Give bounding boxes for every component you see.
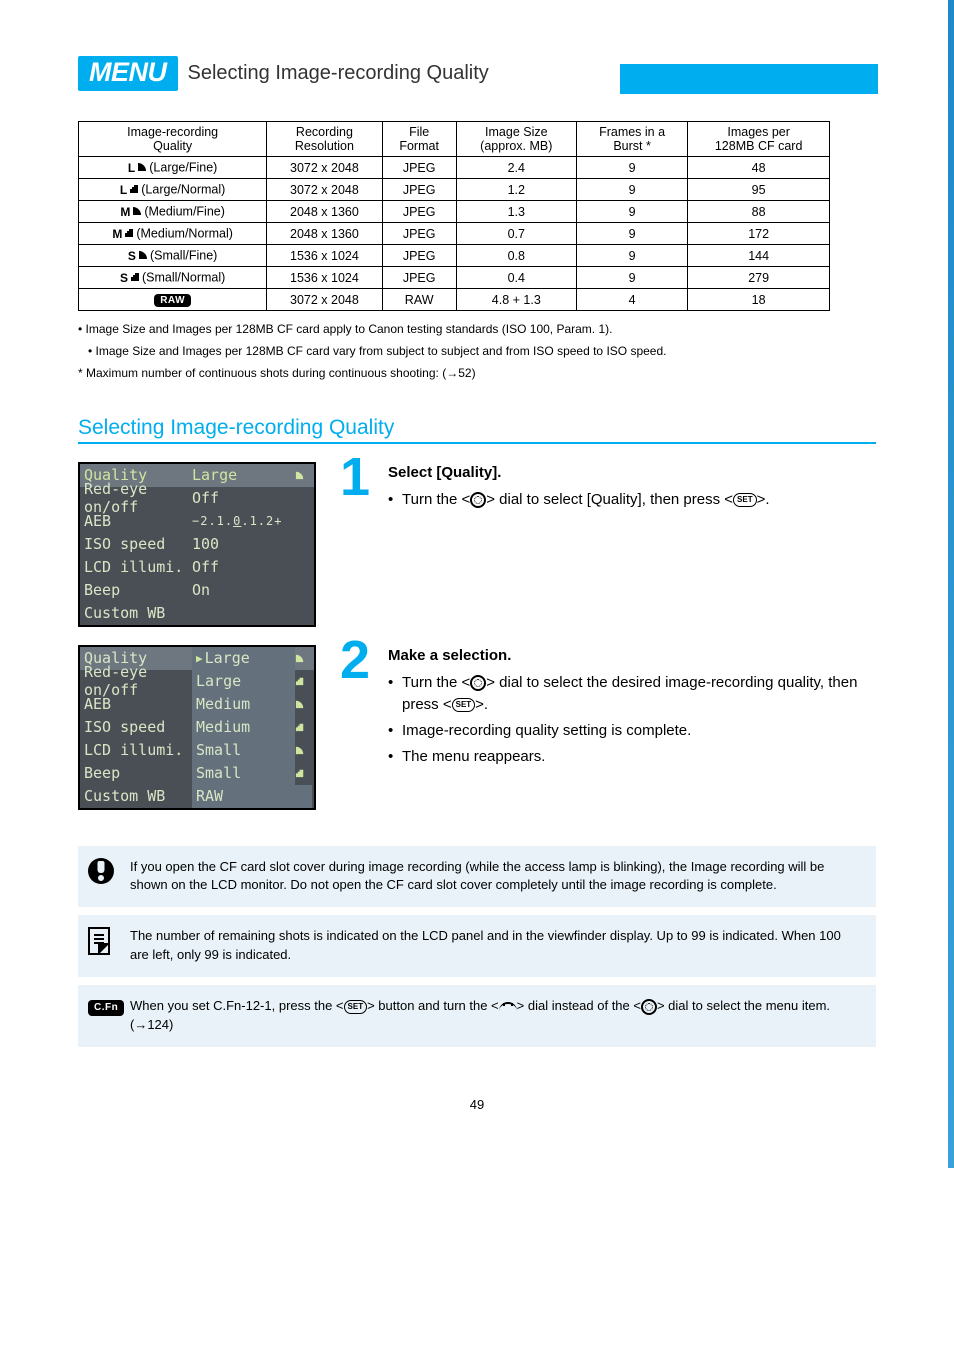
step2-instruction-3: The menu reappears. [388, 746, 876, 768]
lcd-row: Custom WB [80, 602, 314, 625]
step2-title: Make a selection. [388, 645, 876, 667]
menu-badge: MENU [78, 56, 178, 91]
set-button-icon: SET [733, 493, 757, 507]
lcd-screenshot-2: Quality▶LargeRed-eye on/offLargeAEBMediu… [78, 645, 316, 810]
lcd-row: ISO speedMedium [80, 716, 314, 739]
quick-dial-icon [470, 675, 486, 691]
table-row: L(Large/Normal)3072 x 2048JPEG1.2995 [79, 179, 830, 201]
table-footnote-3: * Maximum number of continuous shots dur… [78, 365, 876, 381]
th-format: FileFormat [382, 122, 456, 157]
lcd-row: Red-eye on/offLarge [80, 670, 314, 693]
section-heading: Selecting Image-recording Quality [78, 416, 876, 444]
table-row: S(Small/Normal)1536 x 1024JPEG0.49279 [79, 267, 830, 289]
table-row: L(Large/Fine)3072 x 2048JPEG2.4948 [79, 157, 830, 179]
lcd-row: LCD illumi.Off [80, 556, 314, 579]
info-note: The number of remaining shots is indicat… [78, 915, 876, 977]
table-row: M(Medium/Fine)2048 x 1360JPEG1.3988 [79, 201, 830, 223]
step2-instruction-2: Image-recording quality setting is compl… [388, 720, 876, 742]
th-shots: Images per128MB CF card [688, 122, 830, 157]
lcd-row: BeepOn [80, 579, 314, 602]
document-icon [88, 927, 118, 957]
set-button-icon: SET [344, 1000, 368, 1014]
table-row: RAW3072 x 2048RAW4.8 + 1.3418 [79, 289, 830, 311]
set-button-icon: SET [452, 698, 476, 712]
table-footnote-1: • Image Size and Images per 128MB CF car… [78, 321, 876, 337]
page-number: 49 [78, 1097, 876, 1112]
cfn-note: C.Fn When you set C.Fn-12-1, press the <… [78, 985, 876, 1047]
lcd-row: ISO speed100 [80, 533, 314, 556]
warning-icon [88, 858, 118, 888]
table-footnote-2: • Image Size and Images per 128MB CF car… [78, 343, 876, 359]
th-resolution: RecordingResolution [267, 122, 382, 157]
lcd-row: Custom WBRAW [80, 785, 314, 808]
header-accent-bar [620, 64, 878, 94]
step1-instruction: Turn the <> dial to select [Quality], th… [388, 489, 876, 511]
main-dial-icon [499, 1002, 517, 1012]
cfn-icon: C.Fn [88, 997, 118, 1027]
step-number-2: 2 [340, 639, 388, 682]
th-quality: Image-recordingQuality [79, 122, 267, 157]
lcd-row: AEB−2.1.0.1.2+ [80, 510, 314, 533]
table-row: M(Medium/Normal)2048 x 1360JPEG0.79172 [79, 223, 830, 245]
quick-dial-icon [470, 492, 486, 508]
th-burst: Frames in aBurst * [576, 122, 687, 157]
lcd-row: Red-eye on/offOff [80, 487, 314, 510]
warning-note: If you open the CF card slot cover durin… [78, 846, 876, 908]
step-number-1: 1 [340, 456, 388, 499]
lcd-row: LCD illumi.Small [80, 739, 314, 762]
th-size: Image Size(approx. MB) [456, 122, 576, 157]
step2-instruction-1: Turn the <> dial to select the desired i… [388, 672, 876, 716]
table-row: S(Small/Fine)1536 x 1024JPEG0.89144 [79, 245, 830, 267]
lcd-row: AEBMedium [80, 693, 314, 716]
quality-table: Image-recordingQuality RecordingResoluti… [78, 121, 830, 311]
step1-title: Select [Quality]. [388, 462, 876, 484]
lcd-row: BeepSmall [80, 762, 314, 785]
page-title: Selecting Image-recording Quality [188, 62, 489, 85]
lcd-screenshot-1: QualityLargeRed-eye on/offOffAEB−2.1.0.1… [78, 462, 316, 627]
quick-dial-icon [641, 999, 657, 1015]
